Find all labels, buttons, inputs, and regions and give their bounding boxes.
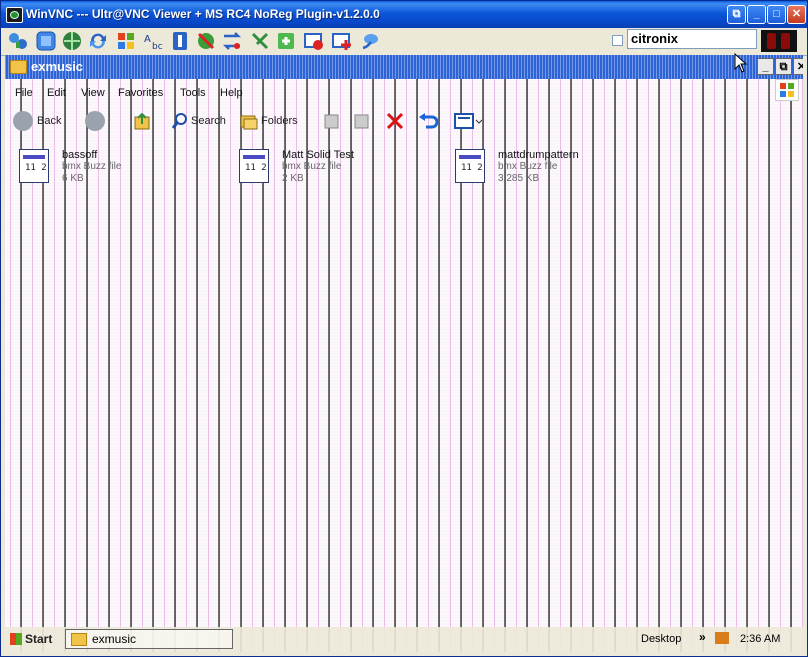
search-button-label[interactable]: Search [191, 115, 226, 127]
svg-text:bc: bc [152, 42, 163, 52]
menu-tools[interactable]: Tools [180, 87, 206, 99]
delete-icon[interactable] [385, 111, 405, 134]
explorer-restore-button[interactable]: ⧉ [775, 58, 792, 75]
select-window-icon[interactable] [303, 30, 325, 52]
connect-options-icon[interactable] [7, 30, 29, 52]
buzz-file-icon [239, 149, 269, 183]
copy-to-icon[interactable] [353, 111, 371, 134]
host-name-field[interactable]: citronix [627, 29, 757, 49]
file-transfer-icon[interactable] [275, 30, 297, 52]
file-name: Matt Solid Test [282, 149, 354, 161]
up-folder-icon[interactable] [133, 111, 153, 136]
no-input-icon[interactable] [195, 30, 217, 52]
file-item[interactable]: mattdrumpattern bmx Buzz file 3,285 KB [455, 147, 655, 191]
start-button[interactable]: Start [7, 629, 59, 649]
folder-icon [10, 60, 27, 74]
menu-help[interactable]: Help [220, 87, 243, 99]
vnc-titlebar[interactable]: WinVNC --- Ultr@VNC Viewer + MS RC4 NoRe… [1, 1, 807, 28]
back-button-label[interactable]: Back [37, 115, 61, 127]
windows-logo-icon[interactable] [115, 30, 137, 52]
file-size: 3,285 KB [498, 173, 540, 184]
file-type: bmx Buzz file [282, 161, 342, 172]
menu-file[interactable]: File [15, 87, 33, 99]
buzz-file-icon [455, 149, 485, 183]
buzz-file-icon [19, 149, 49, 183]
windows-logo-icon [775, 79, 799, 101]
file-item[interactable]: Matt Solid Test bmx Buzz file 2 KB [239, 147, 439, 191]
fullscreen-icon[interactable] [35, 30, 57, 52]
move-to-icon[interactable] [323, 111, 341, 134]
single-window-icon[interactable] [331, 30, 353, 52]
file-name: mattdrumpattern [498, 149, 579, 161]
explorer-toolbar: Back Search Folders [5, 107, 803, 137]
vnc-viewer-window: WinVNC --- Ultr@VNC Viewer + MS RC4 NoRe… [0, 0, 808, 657]
search-icon[interactable] [171, 111, 189, 134]
connection-status-indicator [761, 30, 797, 52]
desktop-toolbar-label[interactable]: Desktop [641, 633, 681, 645]
folders-icon[interactable] [239, 111, 259, 134]
remote-desktop-view[interactable]: exmusic _ ⧉ ✕ File Edit View Favorites T… [5, 55, 803, 652]
menu-view[interactable]: View [81, 87, 105, 99]
menu-edit[interactable]: Edit [47, 87, 66, 99]
status-led-right [781, 33, 790, 49]
explorer-title: exmusic [31, 59, 84, 74]
transfer-icon[interactable] [221, 30, 243, 52]
file-type: bmx Buzz file [498, 161, 558, 172]
maximize-button[interactable]: □ [767, 5, 786, 24]
explorer-menubar: File Edit View Favorites Tools Help [5, 83, 803, 103]
file-size: 6 KB [62, 173, 84, 184]
clock: 2:36 AM [740, 633, 781, 645]
explorer-close-button[interactable]: ✕ [793, 58, 803, 75]
file-item[interactable]: bassoff bmx Buzz file 6 KB [19, 147, 219, 191]
menu-favorites[interactable]: Favorites [118, 87, 163, 99]
tray-app-icon[interactable] [715, 632, 729, 644]
connection-icon[interactable] [359, 30, 381, 52]
views-icon[interactable] [453, 111, 483, 134]
file-type: bmx Buzz file [62, 161, 122, 172]
network-icon[interactable] [61, 30, 83, 52]
vnc-window-title: WinVNC --- Ultr@VNC Viewer + MS RC4 NoRe… [26, 7, 380, 21]
file-name: bassoff [62, 149, 98, 161]
close-button[interactable]: ✕ [787, 5, 806, 24]
refresh-icon[interactable] [87, 30, 109, 52]
taskbar: Start exmusic Desktop » 2:36 AM [5, 627, 803, 652]
chat-icon[interactable] [249, 30, 271, 52]
send-ctrl-alt-del-icon[interactable]: Abc [143, 30, 165, 52]
start-label: Start [25, 632, 53, 646]
svg-text:A: A [144, 34, 151, 45]
host-checkbox[interactable] [612, 35, 623, 46]
undo-icon[interactable] [417, 111, 439, 134]
minimize-button[interactable]: _ [747, 5, 766, 24]
back-arrow-icon[interactable] [13, 111, 33, 131]
taskbar-item-exmusic[interactable]: exmusic [65, 629, 233, 649]
restore-button[interactable]: ⧉ [727, 5, 746, 24]
folders-button-label[interactable]: Folders [261, 115, 298, 127]
tray-chevron[interactable]: » [699, 630, 706, 644]
forward-arrow-icon[interactable] [85, 111, 105, 131]
mouse-cursor-icon [734, 52, 748, 78]
info-icon[interactable] [169, 30, 191, 52]
folder-icon [71, 633, 87, 646]
status-led-left [767, 33, 776, 49]
windows-flag-icon [10, 633, 22, 645]
explorer-titlebar[interactable]: exmusic _ ⧉ ✕ [5, 55, 803, 79]
explorer-minimize-button[interactable]: _ [757, 58, 774, 75]
file-size: 2 KB [282, 173, 304, 184]
vnc-app-icon [6, 7, 23, 23]
taskbar-item-label: exmusic [92, 632, 137, 646]
